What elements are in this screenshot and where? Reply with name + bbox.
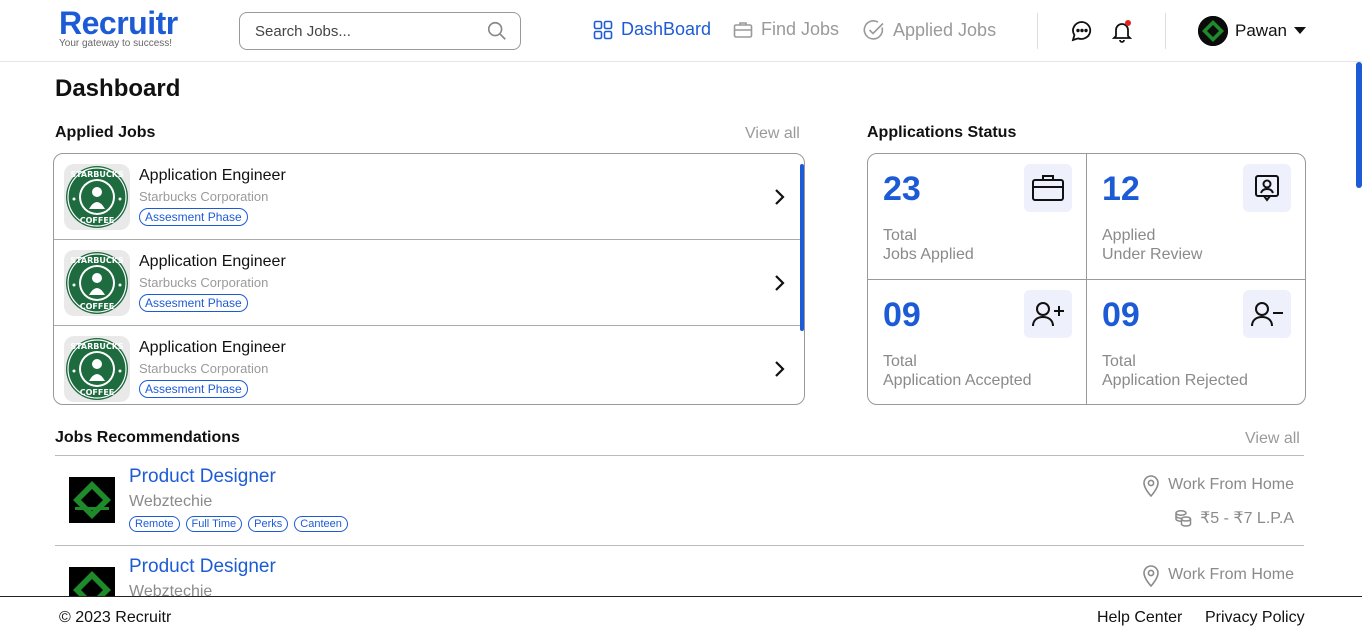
user-name: Pawan <box>1235 21 1287 40</box>
map-pin-icon <box>1143 475 1159 497</box>
stat-value: 12 <box>1102 170 1140 208</box>
nav-dashboard-label: DashBoard <box>621 19 712 39</box>
briefcase-icon <box>733 21 753 38</box>
nav-dashboard[interactable]: DashBoard <box>593 19 711 40</box>
tag-remote: Remote <box>129 516 180 532</box>
phase-badge: Assesment Phase <box>139 208 248 226</box>
stat-label: Total Application Accepted <box>883 353 1032 389</box>
user-review-icon <box>1243 164 1291 212</box>
jobs-recommendations-title: Jobs Recommendations <box>55 429 240 446</box>
list-item[interactable]: Product Designer Webztechie Remote Full … <box>55 455 1304 545</box>
svg-text:STARBUCKS: STARBUCKS <box>70 342 124 351</box>
copyright: © 2023 Recruitr <box>59 609 172 626</box>
tag-canteen: Canteen <box>294 516 348 532</box>
applications-status-title: Applications Status <box>867 124 1017 141</box>
svg-text:STARBUCKS: STARBUCKS <box>70 256 124 265</box>
job-tags: Remote Full Time Perks Canteen <box>129 516 348 532</box>
search-icon[interactable] <box>486 20 508 42</box>
list-item[interactable]: STARBUCKS COFFEE Application Engineer Sta… <box>54 154 804 240</box>
bell-icon[interactable] <box>1110 19 1134 43</box>
nav-find-jobs[interactable]: Find Jobs <box>733 19 839 40</box>
starbucks-logo: STARBUCKS COFFEE <box>64 250 130 316</box>
list-scrollbar[interactable] <box>800 164 804 331</box>
svg-text:STARBUCKS: STARBUCKS <box>70 170 124 179</box>
nav-find-jobs-label: Find Jobs <box>761 19 840 39</box>
applications-status-grid: 23 Total Jobs Applied 12 Applied Under Rev… <box>867 153 1306 405</box>
header-divider <box>1165 13 1166 49</box>
stat-value: 23 <box>883 170 921 208</box>
recommendations-view-all-link[interactable]: View all <box>1245 430 1300 448</box>
applied-jobs-title: Applied Jobs <box>55 124 156 141</box>
stat-label: Applied Under Review <box>1102 227 1203 263</box>
job-salary: ₹5 - ₹7 L.P.A <box>1174 508 1294 528</box>
footer: © 2023 Recruitr Help Center Privacy Poli… <box>0 596 1362 636</box>
starbucks-logo: STARBUCKS COFFEE <box>64 164 130 230</box>
stat-value: 09 <box>883 296 921 334</box>
top-header: Recruitr Your gateway to success! DashBo… <box>0 0 1362 62</box>
search-input[interactable] <box>255 22 486 40</box>
chevron-right-icon[interactable] <box>772 187 786 207</box>
search-bar <box>239 12 521 50</box>
company-name: Webztechie <box>129 493 213 510</box>
webztechie-logo <box>69 477 115 523</box>
job-title-link[interactable]: Product Designer <box>129 556 276 578</box>
stat-card-rejected: 09 Total Application Rejected <box>1087 280 1305 404</box>
job-location: Work From Home <box>1142 563 1294 587</box>
job-title: Application Engineer <box>139 253 286 270</box>
job-title: Application Engineer <box>139 339 286 356</box>
list-item[interactable]: STARBUCKS COFFEE Application Engineer Sta… <box>54 240 804 326</box>
phase-badge: Assesment Phase <box>139 294 248 312</box>
tag-full-time: Full Time <box>185 516 243 532</box>
check-circle-icon <box>863 20 884 40</box>
job-title: Application Engineer <box>139 167 286 184</box>
chat-icon[interactable] <box>1070 19 1094 43</box>
stat-value: 09 <box>1102 296 1140 334</box>
grid-icon <box>593 20 613 39</box>
user-plus-icon <box>1024 290 1072 338</box>
chevron-right-icon[interactable] <box>772 359 786 379</box>
page-scrollbar[interactable] <box>1356 62 1362 188</box>
stat-label: Total Application Rejected <box>1102 353 1248 389</box>
tag-perks: Perks <box>248 516 289 532</box>
logo[interactable]: Recruitr Your gateway to success! <box>59 7 178 49</box>
logo-tagline: Your gateway to success! <box>59 38 173 49</box>
privacy-policy-link[interactable]: Privacy Policy <box>1205 609 1305 627</box>
job-location: Work From Home <box>1142 473 1294 497</box>
applied-jobs-view-all-link[interactable]: View all <box>745 125 800 143</box>
avatar <box>1198 16 1228 46</box>
svg-text:COFFEE: COFFEE <box>80 388 115 397</box>
company-name: Starbucks Corporation <box>139 361 269 376</box>
help-center-link[interactable]: Help Center <box>1097 609 1182 627</box>
job-title-link[interactable]: Product Designer <box>129 466 276 488</box>
user-minus-icon <box>1243 290 1291 338</box>
chevron-right-icon[interactable] <box>772 273 786 293</box>
nav-applied-jobs-label: Applied Jobs <box>893 19 997 40</box>
company-name: Starbucks Corporation <box>139 275 269 290</box>
user-menu[interactable]: Pawan <box>1198 16 1306 46</box>
svg-text:COFFEE: COFFEE <box>80 216 115 225</box>
list-item[interactable]: STARBUCKS COFFEE Application Engineer Sta… <box>54 326 804 404</box>
map-pin-icon <box>1143 565 1159 587</box>
coins-icon <box>1175 510 1192 527</box>
stat-card-under-review: 12 Applied Under Review <box>1087 154 1305 280</box>
phase-badge: Assesment Phase <box>139 380 248 398</box>
stat-card-accepted: 09 Total Application Accepted <box>868 280 1087 404</box>
stat-label: Total Jobs Applied <box>883 227 974 263</box>
starbucks-logo: STARBUCKS COFFEE <box>64 336 130 402</box>
briefcase-icon <box>1024 164 1072 212</box>
svg-text:COFFEE: COFFEE <box>80 302 115 311</box>
nav-applied-jobs[interactable]: Applied Jobs <box>863 19 996 41</box>
company-name: Starbucks Corporation <box>139 189 269 204</box>
caret-down-icon <box>1293 27 1306 34</box>
header-divider <box>1037 13 1038 49</box>
page-title: Dashboard <box>55 75 181 102</box>
applied-jobs-list: STARBUCKS COFFEE Application Engineer Sta… <box>53 153 805 405</box>
logo-name: Recruitr <box>59 5 178 41</box>
stat-card-jobs-applied: 23 Total Jobs Applied <box>868 154 1087 280</box>
